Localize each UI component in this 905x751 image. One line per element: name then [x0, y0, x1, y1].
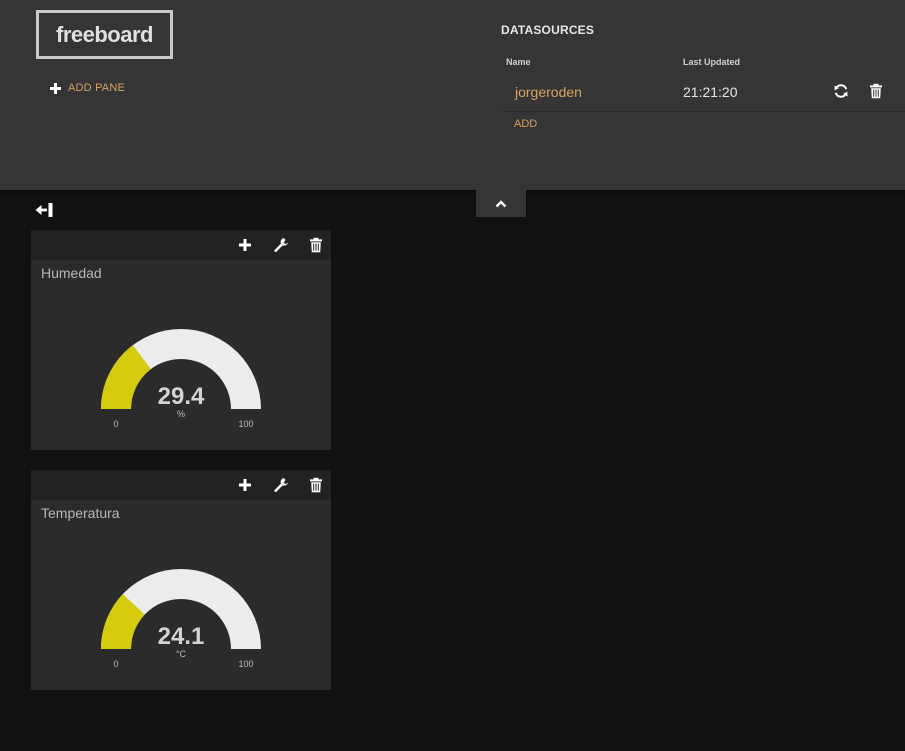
gauge-min: 0: [113, 419, 118, 429]
logo: freeboard: [36, 10, 173, 59]
collapse-header-button[interactable]: [476, 190, 526, 217]
gauge-max: 100: [238, 659, 253, 669]
pane-temperatura: Temperatura 24.1 °C 0 100: [31, 470, 331, 690]
datasource-name-link[interactable]: jorgeroden: [515, 84, 582, 100]
gauge-value: 29.4: [158, 383, 205, 410]
gauge-units: %: [177, 409, 185, 419]
datasources-title: DATASOURCES: [501, 23, 595, 37]
gauge-units: °C: [176, 649, 187, 659]
gauge-min: 0: [113, 659, 118, 669]
add-pane-label: ADD PANE: [68, 82, 126, 94]
refresh-icon[interactable]: [833, 83, 849, 99]
chevron-up-icon: [495, 199, 507, 207]
header-panel: freeboard ADD PANE DATASOURCES Name Last…: [0, 0, 905, 190]
plus-icon: [50, 82, 61, 94]
add-datasource-button[interactable]: ADD: [514, 118, 537, 130]
datasources-col-last-updated: Last Updated: [683, 57, 741, 67]
exit-icon[interactable]: [35, 202, 55, 218]
gauge-value: 24.1: [158, 623, 205, 650]
trash-icon[interactable]: [868, 83, 884, 99]
add-pane-button[interactable]: ADD PANE: [50, 82, 125, 94]
gauge: 24.1 °C 0 100: [100, 569, 261, 669]
datasource-last-updated: 21:21:20: [683, 84, 738, 100]
datasource-row: jorgeroden 21:21:20: [501, 74, 905, 112]
gauge-max: 100: [238, 419, 253, 429]
logo-text: freeboard: [56, 21, 153, 47]
datasources-col-name: Name: [506, 57, 531, 67]
gauge: 29.4 % 0 100: [101, 329, 261, 429]
pane-humedad: Humedad 29.4 % 0 100: [31, 230, 331, 450]
